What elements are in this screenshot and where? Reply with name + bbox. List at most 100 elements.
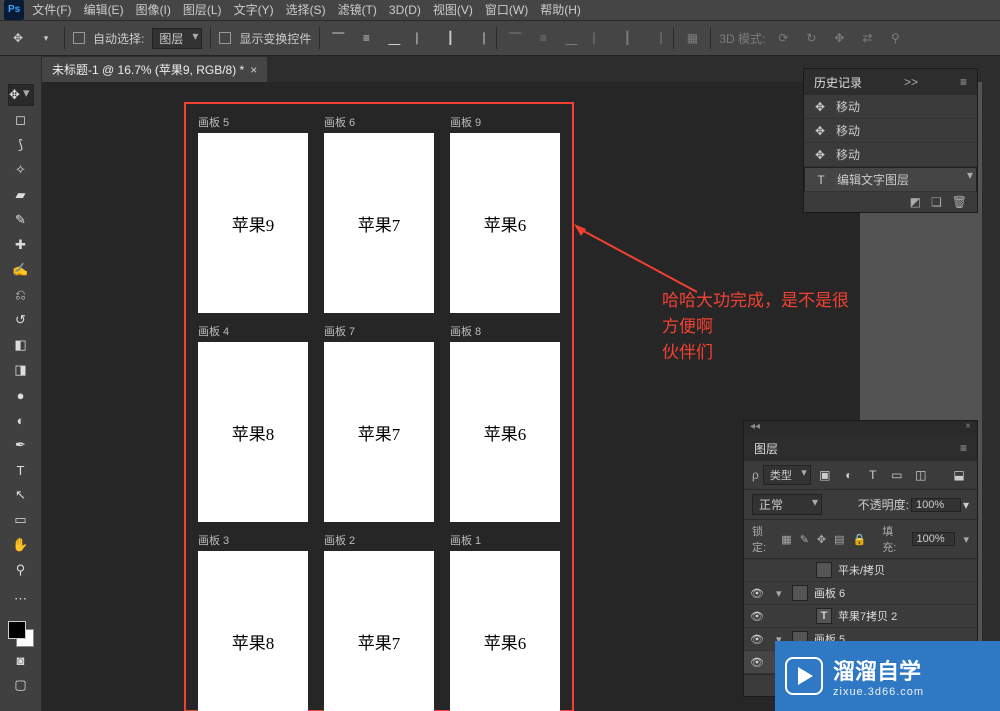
align-top-icon[interactable]: ⎺ [328,28,348,48]
align-left-icon[interactable]: ⎸ [412,28,432,48]
filter-shape-icon[interactable]: ▭ [887,465,907,485]
artboard[interactable]: 苹果6 [450,342,560,522]
auto-select-target-dropdown[interactable]: 图层 [152,28,202,49]
layer-name[interactable]: 苹果7拷贝 2 [838,608,971,624]
screen-mode-icon[interactable]: ▢ [10,674,32,696]
brush-tool[interactable]: ✍ [10,259,32,281]
layer-thumb[interactable] [792,585,808,601]
blend-mode-dropdown[interactable]: 正常 [752,494,822,515]
layer-visibility-icon[interactable]: 👁 [750,633,764,646]
layer-visibility-icon[interactable]: 👁 [750,587,764,600]
menu-file[interactable]: 文件(F) [32,0,71,20]
history-snapshot-icon[interactable]: ◩ [910,195,921,209]
artboard[interactable]: 苹果8 [198,551,308,711]
layer-visibility-icon[interactable]: 👁 [750,610,764,623]
align-right-icon[interactable]: ⎹ [468,28,488,48]
layer-row[interactable]: 👁▾画板 6 [744,582,977,605]
path-select-tool[interactable]: ↖ [10,484,32,506]
eyedropper-tool[interactable]: ✎ [10,209,32,231]
crop-tool[interactable]: ▰ [10,184,32,206]
mode-3d-roll-icon[interactable]: ↻ [801,28,821,48]
layer-thumb[interactable]: T [816,608,832,624]
document-tab[interactable]: 未标题-1 @ 16.7% (苹果9, RGB/8) * × [42,57,267,82]
menu-type[interactable]: 文字(Y) [234,0,274,20]
healing-brush-tool[interactable]: ✚ [10,234,32,256]
dodge-tool[interactable]: ◐ [10,409,32,431]
filter-toggle-icon[interactable]: ⬓ [949,465,969,485]
gradient-tool[interactable]: ◨ [10,359,32,381]
marquee-tool[interactable]: ◻ [10,109,32,131]
layers-kind-dropdown[interactable]: 类型 [763,465,811,485]
artboard-label[interactable]: 画板 8 [450,323,560,339]
distribute-vcenter-icon[interactable]: ≡ [533,28,553,48]
type-tool[interactable]: T [10,459,32,481]
fill-input[interactable]: 100% [912,532,956,546]
filter-type-icon[interactable]: T [863,465,883,485]
artboard-label[interactable]: 画板 7 [324,323,434,339]
menu-filter[interactable]: 滤镜(T) [338,0,377,20]
foreground-color-swatch[interactable] [8,621,26,639]
shape-tool[interactable]: ▭ [10,509,32,531]
artboard-label[interactable]: 画板 2 [324,532,434,548]
menu-edit[interactable]: 编辑(E) [84,0,124,20]
menu-3d[interactable]: 3D(D) [389,0,421,20]
mode-3d-pan-icon[interactable]: ✥ [829,28,849,48]
align-hcenter-icon[interactable]: ┃ [440,28,460,48]
distribute-top-icon[interactable]: ⎺ [505,28,525,48]
history-item[interactable]: ✥移动 [804,119,977,143]
artboard-label[interactable]: 画板 3 [198,532,308,548]
menu-layer[interactable]: 图层(L) [183,0,222,20]
hand-tool[interactable]: ✋ [10,534,32,556]
pen-tool[interactable]: ✒ [10,434,32,456]
align-vcenter-icon[interactable]: ≡ [356,28,376,48]
quick-mask-icon[interactable]: ◙ [10,649,32,671]
opacity-dropdown-icon[interactable]: ▾ [963,498,969,512]
lock-artboard-icon[interactable]: ▤ [834,533,844,546]
menu-image[interactable]: 图像(I) [136,0,171,20]
distribute-right-icon[interactable]: ⎹ [645,28,665,48]
artboard-label[interactable]: 画板 5 [198,114,308,130]
artboard[interactable]: 苹果6 [450,551,560,711]
close-tab-icon[interactable]: × [250,63,257,77]
color-swatches[interactable] [6,619,36,649]
mode-3d-zoom-icon[interactable]: ⚲ [885,28,905,48]
auto-select-checkbox[interactable] [73,32,85,44]
fill-dropdown-icon[interactable]: ▾ [963,533,969,546]
history-brush-tool[interactable]: ↺ [10,309,32,331]
layers-panel-menu-icon[interactable]: ≡ [960,441,967,455]
clone-stamp-tool[interactable]: ⎌ [10,284,32,306]
layers-panel-title[interactable]: 图层 [754,440,778,457]
artboard[interactable]: 苹果7 [324,342,434,522]
mode-3d-slide-icon[interactable]: ⇄ [857,28,877,48]
tool-preset-dropdown[interactable]: ▾ [36,28,56,48]
blur-tool[interactable]: ● [10,384,32,406]
history-item[interactable]: ✥移动 [804,95,977,119]
layer-name[interactable]: 平未/拷贝 [838,562,971,578]
align-bottom-icon[interactable]: ⎽ [384,28,404,48]
artboard[interactable]: 苹果6 [450,133,560,313]
history-panel-collapse-icon[interactable]: >> [904,75,918,89]
artboard-label[interactable]: 画板 6 [324,114,434,130]
show-transform-checkbox[interactable] [219,32,231,44]
distribute-hcenter-icon[interactable]: ┃ [617,28,637,48]
auto-align-icon[interactable]: ▦ [682,28,702,48]
menu-select[interactable]: 选择(S) [286,0,326,20]
artboard[interactable]: 苹果9 [198,133,308,313]
distribute-bottom-icon[interactable]: ⎽ [561,28,581,48]
edit-toolbar-icon[interactable]: ⋯ [10,588,32,610]
canvas-area[interactable]: 画板 5苹果9画板 6苹果7画板 9苹果6画板 4苹果8画板 7苹果7画板 8苹… [42,82,860,711]
artboard[interactable]: 苹果7 [324,551,434,711]
layer-thumb[interactable] [816,562,832,578]
move-tool[interactable]: ✥ [8,84,34,106]
history-new-doc-icon[interactable]: ❏ [931,195,942,209]
zoom-tool[interactable]: ⚲ [10,559,32,581]
history-trash-icon[interactable]: 🗑 [952,195,967,209]
artboard-label[interactable]: 画板 1 [450,532,560,548]
layers-panel-handle[interactable]: ◂◂× [744,421,977,435]
filter-adjust-icon[interactable]: ◐ [839,465,859,485]
artboard-label[interactable]: 画板 4 [198,323,308,339]
menu-help[interactable]: 帮助(H) [540,0,581,20]
filter-smart-icon[interactable]: ◫ [911,465,931,485]
opacity-input[interactable]: 100% [911,498,961,512]
artboard[interactable]: 苹果8 [198,342,308,522]
